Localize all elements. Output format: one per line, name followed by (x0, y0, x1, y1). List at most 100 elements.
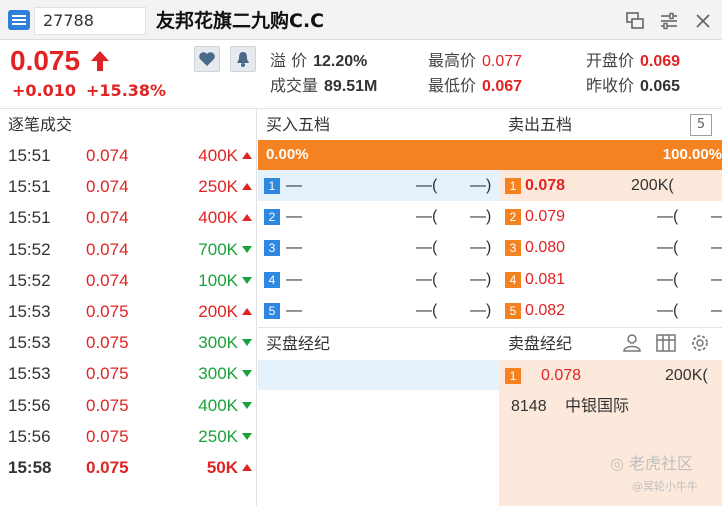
trade-volume: 100K (198, 270, 238, 290)
down-triangle-icon (242, 245, 252, 253)
trade-volume: 300K (198, 333, 238, 353)
bid-ratio: 0.00% (266, 146, 309, 163)
ask-level-badge: 2 (505, 209, 521, 226)
ask-count: — (711, 295, 722, 326)
five-levels-button[interactable]: 5 (690, 114, 712, 136)
sell-broker-row[interactable]: 8148 中银国际 (499, 391, 722, 422)
sell-broker-price-row[interactable]: 1 0.078 200K( (499, 360, 722, 391)
trade-row: 15:58 0.075 50K (0, 452, 256, 483)
trade-price: 0.075 (86, 364, 129, 384)
high-stat: 最高价 0.077 (428, 50, 522, 73)
bid-level-row[interactable]: 3 — —(—) (258, 232, 499, 263)
person-icon[interactable] (620, 331, 644, 355)
trade-volume: 400K (198, 395, 238, 415)
trade-price: 0.074 (86, 146, 129, 165)
trade-volume: 250K (198, 177, 238, 197)
ask-price: 0.078 (525, 177, 566, 194)
high-value: 0.077 (482, 53, 523, 70)
alert-button[interactable] (230, 46, 256, 72)
bid-count: —) (470, 239, 492, 257)
popout-icon[interactable] (624, 10, 646, 32)
ask-level-row[interactable]: 40.081 —(— (499, 264, 722, 295)
high-label: 最高价 (428, 51, 477, 70)
down-triangle-icon (242, 432, 252, 440)
trade-time: 15:53 (8, 333, 51, 353)
bid-volume: —( (416, 177, 438, 194)
trade-volume: 300K (198, 364, 238, 384)
trade-time: 15:56 (8, 426, 51, 446)
bid-level-row[interactable]: 2 — —(—) (258, 201, 499, 232)
trades-list[interactable]: 15:51 0.074 400K 15:51 0.074 250K 15:51 0.074 40… (0, 140, 256, 483)
ask-volume: —( (657, 239, 679, 257)
down-triangle-icon (242, 339, 252, 347)
bid-volume: —( (416, 270, 438, 288)
bid-volume: —( (416, 208, 438, 226)
prev-close-value: 0.065 (640, 78, 681, 95)
trade-row: 15:56 0.075 250K (0, 421, 256, 452)
trade-price: 0.075 (86, 395, 129, 415)
up-triangle-icon (242, 307, 252, 315)
ask-level-badge: 5 (505, 302, 521, 319)
ask-level-badge: 1 (505, 178, 521, 194)
low-value: 0.067 (482, 78, 523, 95)
trade-time: 15:52 (8, 239, 51, 259)
price-up-arrow-icon (91, 51, 109, 71)
trade-price: 0.074 (86, 208, 129, 228)
bid-level-row[interactable]: 4 — —(—) (258, 264, 499, 295)
ask-price: 0.080 (525, 239, 566, 257)
bid-level-row[interactable]: 5 — —(—) (258, 295, 499, 326)
bid-level-badge: 5 (264, 302, 280, 319)
bid-levels-title: 买入五档 (266, 115, 331, 134)
trade-row: 15:51 0.074 250K (0, 171, 256, 202)
sell-brokers-title: 卖盘经纪 (508, 334, 573, 353)
bid-price: — (286, 301, 302, 319)
low-label: 最低价 (428, 76, 477, 95)
up-triangle-icon (242, 152, 252, 159)
ask-level-row[interactable]: 20.079 —(— (499, 201, 722, 232)
ask-volume: —( (657, 301, 679, 319)
trade-price: 0.075 (86, 426, 129, 446)
watermark-title: 老虎社区 (629, 454, 694, 473)
sell-broker-price: 0.078 (541, 367, 582, 384)
low-stat: 最低价 0.067 (428, 75, 522, 98)
watermark-user: @冥轮小牛牛 (632, 480, 698, 493)
ask-price: 0.082 (525, 301, 566, 319)
ask-level-badge: 4 (505, 271, 521, 288)
last-price: 0.075 (10, 45, 81, 76)
ask-volume: —( (657, 270, 679, 288)
broker-name: 中银国际 (565, 398, 630, 415)
open-label: 开盘价 (586, 51, 635, 70)
menu-icon[interactable] (8, 10, 30, 30)
close-icon[interactable] (692, 10, 714, 32)
gear-icon[interactable] (688, 331, 712, 355)
bid-count: —) (470, 208, 492, 226)
buy-brokers-title: 买盘经纪 (266, 334, 331, 353)
volume-label: 成交量 (270, 76, 319, 95)
bid-volume: —( (416, 239, 438, 257)
up-triangle-icon (242, 214, 252, 222)
panel-divider (256, 109, 257, 506)
ask-price: 0.081 (525, 270, 566, 288)
settings-icon[interactable] (658, 10, 680, 32)
broker-divider (258, 327, 722, 328)
trade-price: 0.075 (86, 301, 129, 321)
trade-price: 0.074 (86, 239, 129, 259)
bid-volume: —( (416, 301, 438, 319)
ask-level-badge: 3 (505, 240, 521, 257)
ask-level-row[interactable]: 50.082 —( — (499, 295, 722, 326)
trade-volume: 700K (198, 239, 238, 259)
columns-icon[interactable] (654, 331, 678, 355)
trade-time: 15:51 (8, 177, 51, 197)
ask-count: — (711, 201, 722, 232)
bid-level-badge: 4 (264, 271, 280, 288)
ask-level-row[interactable]: 30.080 —(— (499, 232, 722, 263)
stock-code-input[interactable]: 27788 (34, 7, 146, 35)
price-change: +0.010 +15.38% (12, 81, 176, 101)
prev-close-label: 昨收价 (586, 76, 635, 95)
ask-levels-title: 卖出五档 (508, 115, 573, 134)
favorite-button[interactable] (194, 46, 220, 72)
ask-level-row[interactable]: 1 0.078 200K( (499, 170, 722, 201)
bid-count: —) (470, 177, 492, 194)
prev-close-stat: 昨收价 0.065 (586, 75, 680, 98)
bid-level-row[interactable]: 1 — —(—) (258, 170, 499, 201)
